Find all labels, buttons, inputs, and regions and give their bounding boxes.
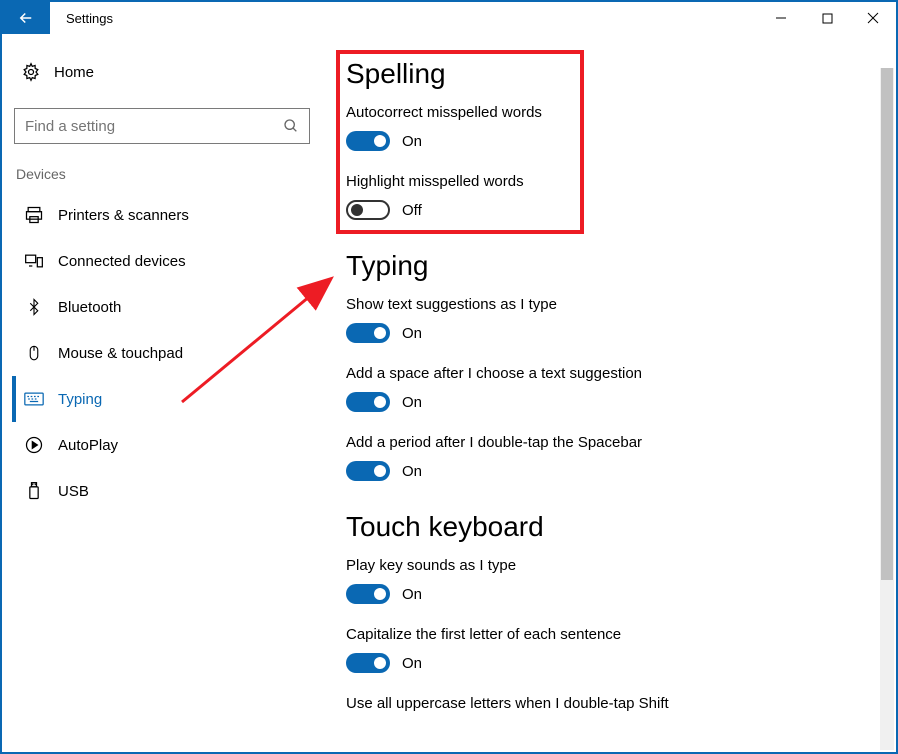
printer-icon: [22, 205, 46, 225]
minimize-button[interactable]: [758, 2, 804, 34]
setting-label: Highlight misspelled words: [346, 173, 872, 190]
sidebar-item-label: Connected devices: [58, 253, 186, 270]
toggle-state: On: [402, 394, 422, 411]
sidebar-item-label: USB: [58, 483, 89, 500]
autoplay-icon: [22, 435, 46, 455]
sidebar-item-label: Bluetooth: [58, 299, 121, 316]
sidebar-item-label: AutoPlay: [58, 437, 118, 454]
sidebar-item-typing[interactable]: Typing: [12, 376, 312, 422]
sidebar-item-autoplay[interactable]: AutoPlay: [12, 422, 312, 468]
section-title: Typing: [346, 250, 872, 282]
toggle-switch[interactable]: [346, 653, 390, 673]
scrollbar[interactable]: [880, 68, 894, 750]
toggle-state: On: [402, 586, 422, 603]
section-title: Touch keyboard: [346, 511, 872, 543]
maximize-icon: [822, 13, 833, 24]
scroll-thumb[interactable]: [881, 68, 893, 580]
toggle-highlight: Off: [346, 200, 872, 220]
toggle-text-suggestions: On: [346, 323, 872, 343]
close-button[interactable]: [850, 2, 896, 34]
window-controls: [758, 2, 896, 34]
sidebar-item-label: Printers & scanners: [58, 207, 189, 224]
setting-label: Show text suggestions as I type: [346, 296, 872, 313]
connected-devices-icon: [22, 251, 46, 271]
toggle-switch[interactable]: [346, 461, 390, 481]
search-icon: [283, 118, 299, 134]
maximize-button[interactable]: [804, 2, 850, 34]
window-title: Settings: [66, 11, 113, 26]
toggle-add-space: On: [346, 392, 872, 412]
toggle-switch[interactable]: [346, 392, 390, 412]
sidebar-item-bluetooth[interactable]: Bluetooth: [12, 284, 312, 330]
close-icon: [867, 12, 879, 24]
search-input[interactable]: [25, 118, 283, 135]
toggle-autocorrect: On: [346, 131, 872, 151]
main-panel: Spelling Autocorrect misspelled words On…: [322, 34, 896, 752]
usb-icon: [22, 481, 46, 501]
sidebar-item-printers[interactable]: Printers & scanners: [12, 192, 312, 238]
sidebar-item-connected-devices[interactable]: Connected devices: [12, 238, 312, 284]
setting-label: Play key sounds as I type: [346, 557, 872, 574]
toggle-switch[interactable]: [346, 131, 390, 151]
toggle-state: On: [402, 325, 422, 342]
setting-label: Autocorrect misspelled words: [346, 104, 872, 121]
setting-label: Capitalize the first letter of each sent…: [346, 626, 872, 643]
back-arrow-icon: [17, 9, 35, 27]
sidebar-item-mouse[interactable]: Mouse & touchpad: [12, 330, 312, 376]
toggle-state: On: [402, 655, 422, 672]
toggle-switch[interactable]: [346, 323, 390, 343]
section-spelling: Spelling Autocorrect misspelled words On…: [346, 58, 872, 220]
titlebar: Settings: [2, 2, 896, 34]
sidebar-item-usb[interactable]: USB: [12, 468, 312, 514]
mouse-icon: [22, 343, 46, 363]
home-label: Home: [54, 64, 94, 81]
setting-label: Add a space after I choose a text sugges…: [346, 365, 872, 382]
toggle-state: On: [402, 463, 422, 480]
bluetooth-icon: [22, 298, 46, 316]
toggle-key-sounds: On: [346, 584, 872, 604]
gear-icon: [18, 62, 44, 82]
toggle-capitalize: On: [346, 653, 872, 673]
section-typing: Typing Show text suggestions as I type O…: [346, 250, 872, 481]
toggle-switch[interactable]: [346, 584, 390, 604]
search-box[interactable]: [14, 108, 310, 144]
content-area: Home Devices Printers & scanners Connect…: [2, 34, 896, 752]
sidebar: Home Devices Printers & scanners Connect…: [2, 34, 322, 752]
back-button[interactable]: [2, 2, 50, 34]
setting-label: Add a period after I double-tap the Spac…: [346, 434, 872, 451]
category-header: Devices: [16, 166, 312, 182]
toggle-switch[interactable]: [346, 200, 390, 220]
section-touch-keyboard: Touch keyboard Play key sounds as I type…: [346, 511, 872, 712]
sidebar-home[interactable]: Home: [12, 54, 312, 90]
minimize-icon: [775, 12, 787, 24]
section-title: Spelling: [346, 58, 872, 90]
toggle-add-period: On: [346, 461, 872, 481]
toggle-state: On: [402, 133, 422, 150]
sidebar-item-label: Typing: [58, 391, 102, 408]
keyboard-icon: [22, 391, 46, 407]
setting-label: Use all uppercase letters when I double-…: [346, 695, 872, 712]
sidebar-item-label: Mouse & touchpad: [58, 345, 183, 362]
toggle-state: Off: [402, 202, 422, 219]
